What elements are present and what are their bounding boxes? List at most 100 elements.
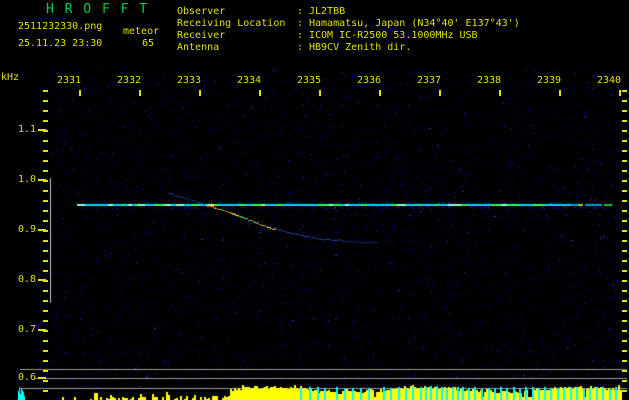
- freq-minor-tick-right: [622, 390, 627, 392]
- info-label: Receiving Location: [177, 18, 286, 29]
- hrofft-screen: H R O F F T 2511232330.png meteor 25.11.…: [0, 0, 629, 400]
- info-separator: :: [297, 6, 304, 17]
- freq-minor-tick-right: [622, 130, 627, 132]
- time-axis-label: 2339: [537, 75, 562, 86]
- freq-minor-tick-right: [622, 340, 627, 342]
- time-axis-label: 2340: [597, 75, 622, 86]
- freq-minor-tick-left: [43, 170, 48, 172]
- time-axis-label: 2337: [417, 75, 442, 86]
- freq-minor-tick-left: [43, 250, 48, 252]
- freq-minor-tick-right: [622, 350, 627, 352]
- time-axis-tick: [79, 90, 81, 96]
- info-separator: :: [297, 18, 304, 29]
- freq-minor-tick-left: [43, 270, 48, 272]
- freq-minor-tick-right: [622, 300, 627, 302]
- info-label: Antenna: [177, 42, 220, 53]
- freq-axis-label: 1.1: [17, 124, 36, 135]
- freq-minor-tick-left: [43, 100, 48, 102]
- echo-count: 65: [142, 38, 155, 49]
- info-separator: :: [297, 42, 304, 53]
- time-axis-tick: [619, 90, 621, 96]
- time-axis-tick: [439, 90, 441, 96]
- freq-axis-label: 0.7: [17, 324, 36, 335]
- freq-minor-tick-right: [622, 270, 627, 272]
- freq-minor-tick-left: [43, 160, 48, 162]
- time-axis-tick: [319, 90, 321, 96]
- info-row-receiver: Receiver : ICOM IC-R2500 53.1000MHz USB: [177, 30, 478, 41]
- freq-minor-tick-right: [622, 190, 627, 192]
- freq-minor-tick-right: [622, 100, 627, 102]
- freq-minor-tick-right: [622, 230, 627, 232]
- info-row-antenna: Antenna : HB9CV Zenith dir.: [177, 42, 411, 53]
- freq-minor-tick-right: [622, 250, 627, 252]
- freq-minor-tick-left: [43, 310, 48, 312]
- freq-minor-tick-right: [622, 90, 627, 92]
- freq-minor-tick-left: [43, 260, 48, 262]
- info-row-observer: Observer : JL2TBB: [177, 6, 345, 17]
- info-label: Receiver: [177, 30, 226, 41]
- freq-minor-tick-right: [622, 110, 627, 112]
- freq-minor-tick-right: [622, 370, 627, 372]
- spectrogram-canvas: [18, 68, 629, 400]
- freq-minor-tick-right: [622, 280, 627, 282]
- info-separator: :: [297, 30, 304, 41]
- freq-minor-tick-left: [43, 240, 48, 242]
- freq-minor-tick-right: [622, 200, 627, 202]
- time-axis-label: 2336: [357, 75, 382, 86]
- freq-minor-tick-right: [622, 310, 627, 312]
- freq-minor-tick-right: [622, 330, 627, 332]
- freq-minor-tick-left: [43, 220, 48, 222]
- freq-axis-label: 0.9: [17, 224, 36, 235]
- freq-minor-tick-left: [43, 280, 48, 282]
- freq-minor-tick-right: [622, 170, 627, 172]
- freq-minor-tick-left: [43, 340, 48, 342]
- info-value: Hamamatsu, Japan (N34°40' E137°43'): [309, 18, 520, 29]
- freq-minor-tick-left: [43, 230, 48, 232]
- freq-minor-tick-left: [43, 360, 48, 362]
- freq-minor-tick-right: [622, 140, 627, 142]
- time-axis-label: 2331: [57, 75, 82, 86]
- freq-minor-tick-right: [622, 380, 627, 382]
- freq-minor-tick-right: [622, 240, 627, 242]
- freq-axis-label: 0.8: [17, 274, 36, 285]
- freq-minor-tick-right: [622, 180, 627, 182]
- time-axis-label: 2334: [237, 75, 262, 86]
- time-axis-tick: [499, 90, 501, 96]
- freq-minor-tick-right: [622, 260, 627, 262]
- freq-minor-tick-left: [43, 150, 48, 152]
- output-filename: 2511232330.png: [18, 21, 103, 32]
- time-axis-label: 2335: [297, 75, 322, 86]
- freq-minor-tick-left: [43, 300, 48, 302]
- info-value: HB9CV Zenith dir.: [309, 42, 412, 53]
- freq-minor-tick-right: [622, 160, 627, 162]
- freq-minor-tick-left: [43, 210, 48, 212]
- freq-minor-tick-left: [43, 390, 48, 392]
- time-axis-tick: [199, 90, 201, 96]
- freq-axis-dash: [38, 377, 46, 379]
- freq-minor-tick-right: [622, 290, 627, 292]
- freq-minor-tick-left: [43, 290, 48, 292]
- time-axis-tick: [559, 90, 561, 96]
- time-axis-tick: [379, 90, 381, 96]
- mode-label: meteor: [123, 26, 160, 37]
- freq-minor-tick-left: [43, 330, 48, 332]
- freq-minor-tick-left: [43, 320, 48, 322]
- app-title: H R O F F T: [46, 2, 149, 17]
- freq-minor-tick-right: [622, 210, 627, 212]
- freq-minor-tick-left: [43, 180, 48, 182]
- freq-minor-tick-left: [43, 110, 48, 112]
- freq-minor-tick-right: [622, 320, 627, 322]
- freq-minor-tick-right: [622, 150, 627, 152]
- freq-minor-tick-left: [43, 130, 48, 132]
- time-axis-label: 2338: [477, 75, 502, 86]
- info-row-location: Receiving Location : Hamamatsu, Japan (N…: [177, 18, 520, 29]
- freq-minor-tick-left: [43, 380, 48, 382]
- info-value: ICOM IC-R2500 53.1000MHz USB: [309, 30, 478, 41]
- info-value: JL2TBB: [309, 6, 346, 17]
- datetime-label: 25.11.23 23:30: [18, 38, 103, 49]
- freq-unit-label: kHz: [1, 72, 20, 83]
- freq-minor-tick-left: [43, 350, 48, 352]
- freq-axis-label: 1.0: [17, 174, 36, 185]
- freq-axis-label: 0.6: [17, 372, 36, 383]
- freq-minor-tick-right: [622, 220, 627, 222]
